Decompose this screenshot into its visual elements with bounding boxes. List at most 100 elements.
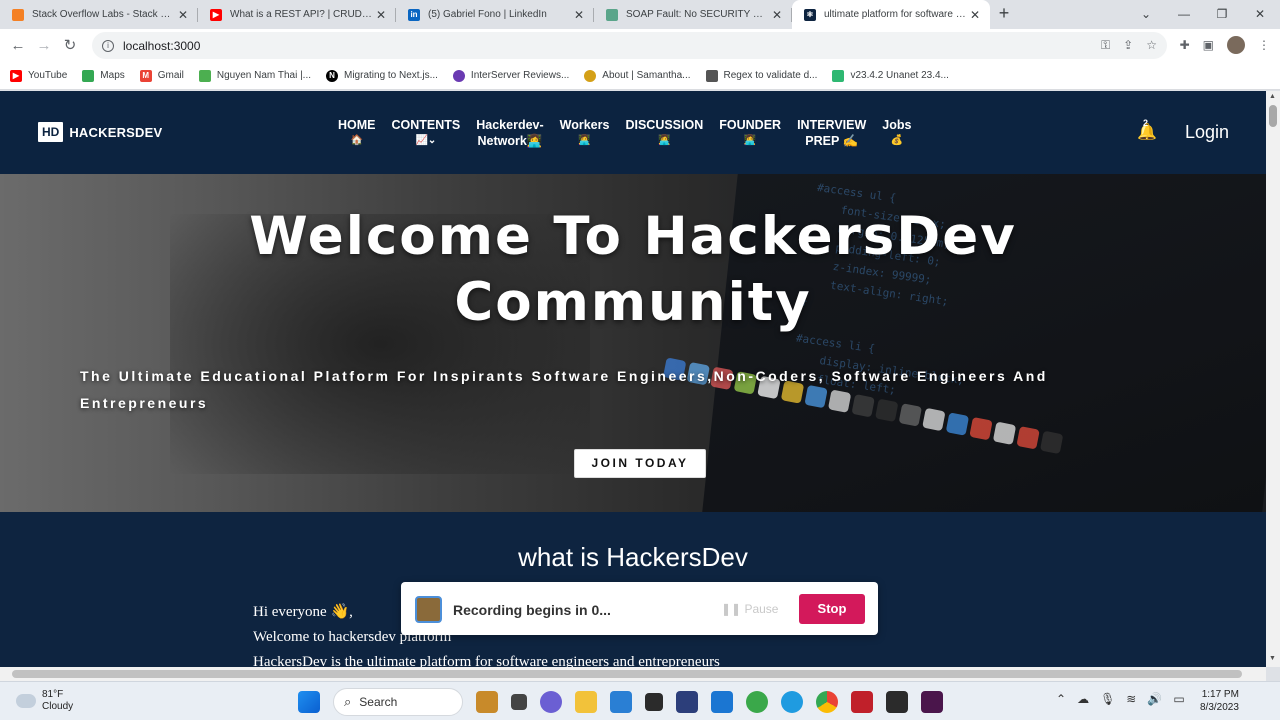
onedrive-icon[interactable]: ☁ — [1077, 692, 1089, 706]
join-today-button[interactable]: JOIN TODAY — [574, 449, 706, 478]
window-close-icon[interactable]: ✕ — [1241, 0, 1279, 29]
hero-title: Welcome To HackersDev Community — [249, 206, 1017, 333]
bookmark-item[interactable]: Maps — [82, 69, 125, 82]
browser-tab-active[interactable]: ⚛ ultimate platform for software enginee… — [792, 0, 990, 29]
nav-discussion[interactable]: DISCUSSION 👩‍💻 — [617, 117, 711, 149]
login-link[interactable]: Login — [1185, 122, 1229, 143]
browser-tab[interactable]: ▶ What is a REST API? | CRUD API ✕ — [198, 0, 396, 29]
bookmark-item[interactable]: About | Samantha... — [584, 69, 691, 82]
weather-widget[interactable]: 81°F Cloudy — [16, 689, 73, 713]
edge-icon[interactable] — [781, 691, 803, 713]
bookmark-item[interactable]: Regex to validate d... — [705, 69, 818, 82]
browser-tab[interactable]: in (5) Gabriel Fono | LinkedIn ✕ — [396, 0, 594, 29]
mail-icon[interactable] — [711, 691, 733, 713]
close-icon[interactable]: ✕ — [572, 8, 586, 22]
nav-contents[interactable]: CONTENTS 📈⌄ — [384, 117, 469, 149]
side-panel-icon[interactable]: ▣ — [1203, 38, 1214, 52]
chevron-up-icon[interactable]: ⌃ — [1056, 692, 1066, 706]
taskbar-apps: ⌕ Search — [298, 688, 943, 716]
volume-icon[interactable]: 🔊 — [1147, 692, 1162, 706]
battery-icon[interactable]: ▭ — [1173, 692, 1184, 706]
bookmark-label: About | Samantha... — [602, 70, 691, 81]
bookmark-label: v23.4.2 Unanet 23.4... — [850, 70, 949, 81]
close-icon[interactable]: ✕ — [374, 8, 388, 22]
bookmark-item[interactable]: v23.4.2 Unanet 23.4... — [832, 69, 949, 82]
site-menu: HOME 🏠 CONTENTS 📈⌄ Hackerdev- Network👩‍💻 Wo… — [330, 117, 919, 149]
site-logo[interactable]: HD HACKERSDEV — [38, 122, 162, 142]
tab-search-chevron-icon[interactable]: ⌄ — [1127, 0, 1165, 29]
extensions-icon[interactable]: ✚ — [1180, 38, 1190, 52]
reload-icon[interactable]: ↻ — [57, 33, 83, 59]
share-icon[interactable]: ⇪ — [1123, 38, 1133, 53]
date: 8/3/2023 — [1200, 702, 1239, 713]
close-icon[interactable]: ✕ — [176, 8, 190, 22]
horizontal-scrollbar[interactable] — [0, 667, 1266, 681]
menu-kebab-icon[interactable]: ⋮ — [1258, 38, 1270, 52]
dropbox-icon[interactable] — [645, 693, 663, 711]
bookmark-label: Nguyen Nam Thai |... — [216, 70, 311, 81]
temperature: 81°F — [42, 689, 64, 700]
minimize-icon[interactable]: — — [1165, 0, 1203, 29]
nav-jobs[interactable]: Jobs 💰 — [874, 117, 919, 149]
nav-founder[interactable]: FOUNDER 👩‍💻 — [711, 117, 789, 149]
close-icon[interactable]: ✕ — [968, 8, 982, 22]
back-icon[interactable]: ← — [5, 33, 31, 59]
app-icon[interactable] — [746, 691, 768, 713]
work-briefcase-icon[interactable] — [476, 691, 498, 713]
pause-button[interactable]: ❚❚ Pause — [721, 602, 778, 616]
windows-start-icon[interactable] — [298, 691, 320, 713]
visual-studio-icon[interactable] — [676, 691, 698, 713]
notification-bell-icon[interactable]: 🔔 2 — [1137, 118, 1157, 142]
nav-workers[interactable]: Workers 👩‍💻 — [552, 117, 618, 149]
nav-home[interactable]: HOME 🏠 — [330, 117, 384, 149]
money-bag-icon: 💰 — [890, 135, 904, 146]
chrome-icon[interactable] — [816, 691, 838, 713]
technologist-icon: 👩‍💻 — [578, 135, 591, 146]
profile-avatar[interactable] — [1227, 36, 1245, 54]
windows-taskbar: 81°F Cloudy ⌕ Search ⌃ ☁ 🎙 ≋ 🔊 ▭ 1:17 PM … — [0, 681, 1280, 720]
linkedin-favicon-icon: in — [408, 8, 420, 21]
wifi-icon[interactable]: ≋ — [1126, 692, 1136, 706]
bookmark-label: Maps — [100, 70, 125, 81]
nextjs-icon: N — [326, 69, 338, 82]
slack-icon[interactable] — [921, 691, 943, 713]
cloud-icon — [16, 694, 36, 708]
key-icon[interactable]: ⚿ — [1101, 38, 1110, 53]
bookmark-star-icon[interactable]: ☆ — [1146, 38, 1157, 53]
vertical-scrollbar[interactable]: ▲ ▼ — [1266, 91, 1280, 667]
terminal-icon[interactable] — [886, 691, 908, 713]
forward-icon[interactable]: → — [31, 33, 57, 59]
browser-tab[interactable]: SOAP Fault: No SECURITY Header ✕ — [594, 0, 792, 29]
task-view-icon[interactable] — [511, 694, 527, 710]
nav-hackerdev-network[interactable]: Hackerdev- Network👩‍💻 — [468, 117, 551, 149]
gmail-icon: M — [139, 69, 152, 82]
new-tab-button[interactable]: + — [990, 0, 1018, 29]
bookmark-label: Regex to validate d... — [723, 70, 818, 81]
bookmark-item[interactable]: N Migrating to Next.js... — [326, 69, 438, 82]
close-icon[interactable]: ✕ — [770, 8, 784, 22]
scroll-up-icon[interactable]: ▲ — [1269, 93, 1276, 100]
bookmark-item[interactable]: M Gmail — [139, 69, 184, 82]
mcafee-icon[interactable] — [851, 691, 873, 713]
scroll-down-icon[interactable]: ▼ — [1269, 655, 1276, 662]
section-title: what is HackersDev — [518, 542, 748, 572]
microphone-icon[interactable]: 🎙 — [1100, 692, 1115, 706]
site-info-icon[interactable]: i — [102, 39, 114, 52]
address-bar[interactable]: i localhost:3000 ⚿ ⇪ ☆ — [92, 32, 1167, 59]
bookmark-item[interactable]: Nguyen Nam Thai |... — [198, 69, 311, 82]
youtube-favicon-icon: ▶ — [210, 8, 222, 21]
scrollbar-thumb[interactable] — [12, 670, 1242, 678]
taskbar-search[interactable]: ⌕ Search — [333, 688, 463, 716]
browser-tab[interactable]: Stack Overflow Labs - Stack Overflow ✕ — [0, 0, 198, 29]
restore-icon[interactable]: ❐ — [1203, 0, 1241, 29]
house-icon: 🏠 — [350, 135, 363, 146]
file-explorer-icon[interactable] — [575, 691, 597, 713]
scrollbar-thumb[interactable] — [1269, 105, 1277, 127]
nav-interview-prep[interactable]: INTERVIEW PREP ✍ — [789, 117, 874, 149]
bookmark-item[interactable]: ▶ YouTube — [10, 69, 67, 82]
taskbar-clock[interactable]: 1:17 PM 8/3/2023 — [1200, 688, 1239, 714]
teams-chat-icon[interactable] — [540, 691, 562, 713]
store-icon[interactable] — [610, 691, 632, 713]
stop-button[interactable]: Stop — [799, 594, 865, 624]
bookmark-item[interactable]: InterServer Reviews... — [452, 69, 569, 82]
